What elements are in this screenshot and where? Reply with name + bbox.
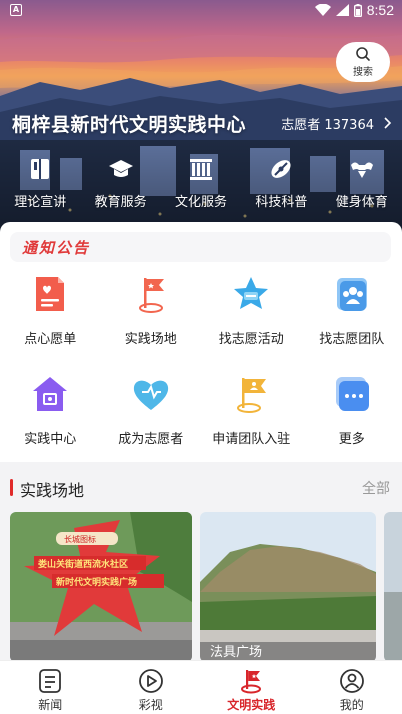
tab-video[interactable]: 彩视 [101, 661, 202, 714]
category-label: 教育服务 [94, 195, 147, 210]
practice-site-carousel: 长城图标 娄山关街道西流水社区 新时代文明实践广场 法具广场 [10, 512, 402, 662]
practice-site-card[interactable]: 法具广场 [200, 512, 376, 662]
search-label: 搜索 [353, 67, 373, 78]
service-practice-center[interactable]: 实践中心 [0, 374, 101, 474]
app-screen: A 8:52 搜索 桐梓县新时代文明实践中心 志愿者 137364 理论宣讲 教… [0, 0, 402, 714]
tab-label: 彩视 [138, 698, 163, 712]
more-icon [335, 377, 369, 411]
service-practice-site[interactable]: 实践场地 [101, 274, 202, 374]
tab-label: 新闻 [38, 698, 63, 712]
category-label: 健身体育 [335, 195, 388, 210]
practice-site-card[interactable]: 长城图标 娄山关街道西流水社区 新时代文明实践广场 [10, 512, 192, 662]
category-fitness[interactable]: 健身体育 [322, 156, 402, 218]
category-science[interactable]: 科技科普 [241, 156, 321, 218]
chevron-right-icon [384, 117, 392, 129]
category-label: 理论宣讲 [14, 195, 67, 210]
site-photo: 长城图标 娄山关街道西流水社区 新时代文明实践广场 [10, 512, 192, 662]
team-icon [336, 278, 367, 311]
flag-team-icon [237, 378, 267, 413]
section-accent-bar [10, 479, 13, 496]
clock: 8:52 [366, 2, 394, 18]
wish-list-icon [36, 277, 65, 311]
service-label: 点心愿单 [24, 332, 77, 347]
civilization-icon [241, 670, 262, 694]
tab-civilization[interactable]: 文明实践 [201, 661, 302, 714]
status-bar: A 8:52 [0, 0, 402, 22]
battery-icon [353, 3, 362, 17]
profile-icon [339, 669, 364, 693]
house-icon [33, 377, 68, 411]
category-label: 文化服务 [174, 195, 227, 210]
search-button[interactable]: 搜索 [336, 42, 390, 82]
heart-icon [133, 380, 168, 410]
service-label: 实践场地 [124, 332, 177, 347]
library-icon [189, 159, 212, 180]
service-label: 实践中心 [24, 432, 77, 447]
service-grid: 点心愿单 实践场地 找志愿活动 找志愿团队 实践中心 成为志愿者 申请团队入驻 … [0, 274, 402, 474]
notice-label: 通知公告 [22, 238, 91, 257]
service-label: 更多 [338, 432, 365, 447]
site-photo [200, 512, 376, 662]
site-photo [384, 512, 402, 662]
notice-bar[interactable]: 通知公告 [10, 232, 391, 262]
view-all-link[interactable]: 全部 [362, 478, 390, 498]
category-label: 科技科普 [255, 195, 308, 210]
section-title: 实践场地 [20, 481, 85, 500]
book-icon [31, 159, 50, 179]
category-theory[interactable]: 理论宣讲 [0, 156, 80, 218]
star-chat-icon [234, 277, 269, 309]
volunteer-count-link[interactable]: 志愿者 137364 [281, 114, 392, 133]
service-wish-list[interactable]: 点心愿单 [0, 274, 101, 374]
satellite-icon [271, 160, 291, 178]
service-become-volunteer[interactable]: 成为志愿者 [101, 374, 202, 474]
hero-banner: A 8:52 搜索 桐梓县新时代文明实践中心 志愿者 137364 理论宣讲 教… [0, 0, 402, 232]
fitness-icon [350, 162, 373, 178]
tab-label: 我的 [339, 698, 364, 712]
page-title: 桐梓县新时代文明实践中心 [12, 113, 247, 136]
service-find-team[interactable]: 找志愿团队 [302, 274, 402, 374]
service-panel: 通知公告 点心愿单 实践场地 找志愿活动 找志愿团队 实践中心 成为志愿者 申请… [0, 222, 402, 462]
service-find-activity[interactable]: 找志愿活动 [201, 274, 302, 374]
tab-news[interactable]: 新闻 [0, 661, 101, 714]
service-label: 找志愿团队 [319, 332, 385, 347]
play-icon [138, 669, 163, 693]
graduation-cap-icon [108, 160, 133, 177]
wifi-icon [314, 4, 331, 16]
search-icon [356, 47, 370, 61]
flag-location-icon [138, 278, 164, 313]
notification-icon: A [10, 4, 22, 16]
category-nav: 理论宣讲 教育服务 文化服务 科技科普 健身体育 [0, 156, 402, 218]
volunteer-count-text: 志愿者 137364 [281, 117, 374, 133]
service-label: 找志愿活动 [218, 332, 284, 347]
signal-icon [335, 4, 349, 16]
section-header: 实践场地 全部 [0, 475, 402, 501]
service-more[interactable]: 更多 [302, 374, 402, 474]
site-caption: 法具广场 [210, 645, 263, 660]
sign-line-2: 新时代文明实践广场 [56, 576, 137, 588]
tab-label: 文明实践 [227, 698, 276, 712]
tab-profile[interactable]: 我的 [302, 661, 402, 714]
sign-logo-text: 长城图标 [64, 534, 96, 544]
bottom-tab-bar: 新闻 彩视 文明实践 我的 [0, 660, 402, 714]
service-label: 申请团队入驻 [212, 432, 291, 447]
sign-line-1: 娄山关街道西流水社区 [37, 558, 128, 570]
service-label: 成为志愿者 [118, 432, 184, 447]
service-apply-team[interactable]: 申请团队入驻 [201, 374, 302, 474]
category-culture[interactable]: 文化服务 [161, 156, 241, 218]
category-education[interactable]: 教育服务 [80, 156, 160, 218]
practice-site-card[interactable] [384, 512, 402, 662]
news-icon [39, 669, 62, 693]
